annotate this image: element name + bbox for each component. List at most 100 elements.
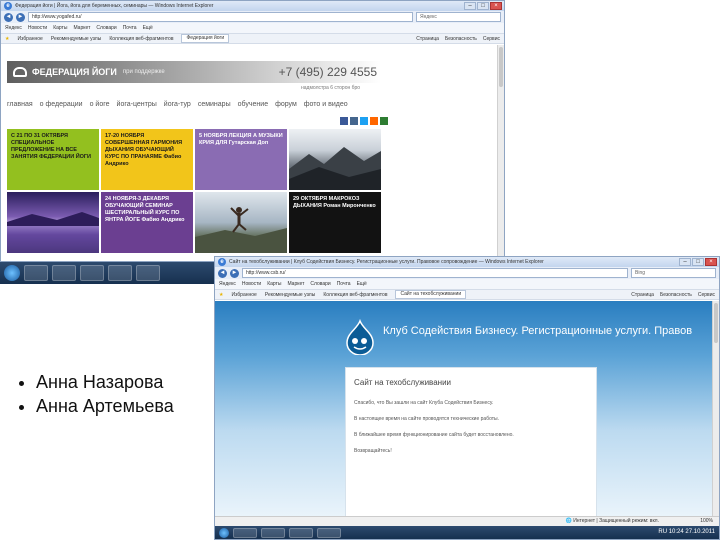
toolbar-link[interactable]: Карты: [267, 281, 281, 287]
fav-item[interactable]: Коллекция веб-фрагментов: [323, 292, 387, 298]
toolbar-link[interactable]: Новости: [242, 281, 261, 287]
nav-item[interactable]: главная: [7, 101, 33, 108]
site-phone: +7 (495) 229 4555: [278, 65, 377, 79]
fav-item[interactable]: Рекомендуемые узлы: [265, 292, 316, 298]
social-icon[interactable]: [370, 117, 378, 125]
banner-photo-lake[interactable]: [7, 192, 99, 253]
toolbar-link[interactable]: Маркет: [73, 25, 90, 31]
social-icons: [340, 117, 388, 125]
start-button[interactable]: [219, 527, 229, 538]
links-toolbar: Яндекс Новости Карты Маркет Словари Почт…: [1, 23, 504, 34]
banner-tile[interactable]: 5 НОЯБРЯ ЛЕКЦИЯ А МУЗЫКИ КРИЯ ДЛЯ Гутарс…: [195, 129, 287, 190]
search-input[interactable]: Яндекс: [416, 12, 501, 22]
window-titlebar[interactable]: e Сайт на техобслуживании | Клуб Содейст…: [215, 257, 719, 267]
banner-photo-mountains[interactable]: [289, 129, 381, 190]
safety-menu[interactable]: Безопасность: [660, 292, 692, 298]
taskbar-app[interactable]: [136, 265, 160, 281]
maximize-button[interactable]: □: [692, 258, 704, 266]
bullet-item: Анна Артемьева: [36, 394, 174, 418]
taskbar-app[interactable]: [289, 527, 313, 538]
forward-icon[interactable]: ►: [230, 268, 239, 278]
tools-menu[interactable]: Сервис: [698, 292, 715, 298]
nav-item[interactable]: о йоге: [90, 101, 110, 108]
taskbar-app[interactable]: [317, 527, 341, 538]
toolbar-link[interactable]: Словари: [96, 25, 116, 31]
social-icon[interactable]: [380, 117, 388, 125]
social-icon[interactable]: [340, 117, 348, 125]
toolbar-link[interactable]: Словари: [310, 281, 330, 287]
taskbar-app[interactable]: [24, 265, 48, 281]
social-icon[interactable]: [360, 117, 368, 125]
search-input[interactable]: Bing: [631, 268, 716, 278]
banner-photo-jumper[interactable]: [195, 192, 287, 253]
nav-item[interactable]: о федерации: [40, 101, 83, 108]
banner-grid: С 21 ПО 31 ОКТЯБРЯ СПЕЦИАЛЬНОЕ ПРЕДЛОЖЕН…: [7, 129, 383, 255]
back-icon[interactable]: ◄: [4, 12, 13, 22]
toolbar-link[interactable]: Яндекс: [5, 25, 22, 31]
nav-item[interactable]: обучение: [238, 101, 268, 108]
fav-item[interactable]: Коллекция веб-фрагментов: [109, 36, 173, 42]
page-menu[interactable]: Страница: [416, 36, 439, 42]
favorites-button[interactable]: Избранное: [17, 36, 42, 42]
scrollbar-thumb[interactable]: [499, 47, 503, 87]
favorites-bar: ★ Избранное Рекомендуемые узлы Коллекция…: [215, 290, 719, 300]
site-nav: главная о федерации о йоге йога-центры й…: [7, 101, 381, 108]
maximize-button[interactable]: □: [477, 2, 489, 10]
page-menu[interactable]: Страница: [631, 292, 654, 298]
nav-item[interactable]: форум: [275, 101, 297, 108]
scrollbar-thumb[interactable]: [714, 303, 718, 343]
browser-tab[interactable]: Сайт на техобслуживании: [395, 290, 467, 299]
taskbar-app[interactable]: [80, 265, 104, 281]
banner-tile[interactable]: 29 ОКТЯБРЯ МАКРОКОЗ ДЫХАНИЯ Роман Миронч…: [289, 192, 381, 253]
social-icon[interactable]: [350, 117, 358, 125]
toolbar-link[interactable]: Карты: [53, 25, 67, 31]
close-button[interactable]: ×: [490, 2, 502, 10]
taskbar-app[interactable]: [52, 265, 76, 281]
minimize-button[interactable]: –: [679, 258, 691, 266]
page-content: Клуб Содействия Бизнесу. Регистрационные…: [215, 301, 719, 517]
taskbar-app[interactable]: [233, 527, 257, 538]
taskbar-app[interactable]: [261, 527, 285, 538]
panel-text: В ближайшее время функционирование сайта…: [354, 432, 514, 438]
banner-tile[interactable]: 17-20 НОЯБРЯ СОВЕРШЕННАЯ ГАРМОНИЯ ДЫХАНИ…: [101, 129, 193, 190]
toolbar-link[interactable]: Ещё: [143, 25, 153, 31]
favorites-star-icon[interactable]: ★: [5, 36, 9, 42]
toolbar-link[interactable]: Почта: [337, 281, 351, 287]
favorites-star-icon[interactable]: ★: [219, 292, 223, 298]
nav-item[interactable]: йога-центры: [117, 101, 157, 108]
fav-item[interactable]: Рекомендуемые узлы: [51, 36, 102, 42]
minimize-button[interactable]: –: [464, 2, 476, 10]
nav-item[interactable]: семинары: [198, 101, 231, 108]
safety-menu[interactable]: Безопасность: [445, 36, 477, 42]
scrollbar[interactable]: [712, 301, 719, 517]
clock[interactable]: RU 10:24 27.10.2011: [658, 529, 715, 536]
ie-icon: e: [218, 258, 226, 266]
forward-icon[interactable]: ►: [16, 12, 25, 22]
zoom-level[interactable]: 100%: [700, 517, 713, 526]
window-titlebar[interactable]: e Федерация йоги | Йога, йога для береме…: [1, 1, 504, 11]
close-button[interactable]: ×: [705, 258, 717, 266]
window-title: Федерация йоги | Йога, йога для беременн…: [15, 3, 214, 9]
toolbar-link[interactable]: Почта: [123, 25, 137, 31]
url-input[interactable]: http://www.yogafed.ru/: [28, 12, 413, 22]
url-input[interactable]: http://www.csb.ru/: [242, 268, 628, 278]
browser-tab[interactable]: Федерация йоги: [181, 34, 230, 43]
taskbar-bottom: RU 10:24 27.10.2011: [215, 526, 719, 539]
back-icon[interactable]: ◄: [218, 268, 227, 278]
toolbar-link[interactable]: Маркет: [287, 281, 304, 287]
start-button[interactable]: [4, 265, 20, 281]
banner-tile[interactable]: С 21 ПО 31 ОКТЯБРЯ СПЕЦИАЛЬНОЕ ПРЕДЛОЖЕН…: [7, 129, 99, 190]
toolbar-link[interactable]: Новости: [28, 25, 47, 31]
nav-item[interactable]: йога-тур: [164, 101, 191, 108]
toolbar-link[interactable]: Яндекс: [219, 281, 236, 287]
site-logo[interactable]: ФЕДЕРАЦИЯ ЙОГИ: [32, 67, 117, 77]
banner-tile[interactable]: 24 НОЯБРЯ-3 ДЕКАБРЯ ОБУЧАЮЩИЙ СЕМИНАР ШЕ…: [101, 192, 193, 253]
lake-image: [7, 212, 99, 253]
nav-item[interactable]: фото и видео: [304, 101, 348, 108]
toolbar-link[interactable]: Ещё: [357, 281, 367, 287]
lang-indicator[interactable]: RU: [658, 529, 667, 535]
scrollbar[interactable]: [497, 45, 504, 261]
favorites-button[interactable]: Избранное: [231, 292, 256, 298]
taskbar-app[interactable]: [108, 265, 132, 281]
tools-menu[interactable]: Сервис: [483, 36, 500, 42]
